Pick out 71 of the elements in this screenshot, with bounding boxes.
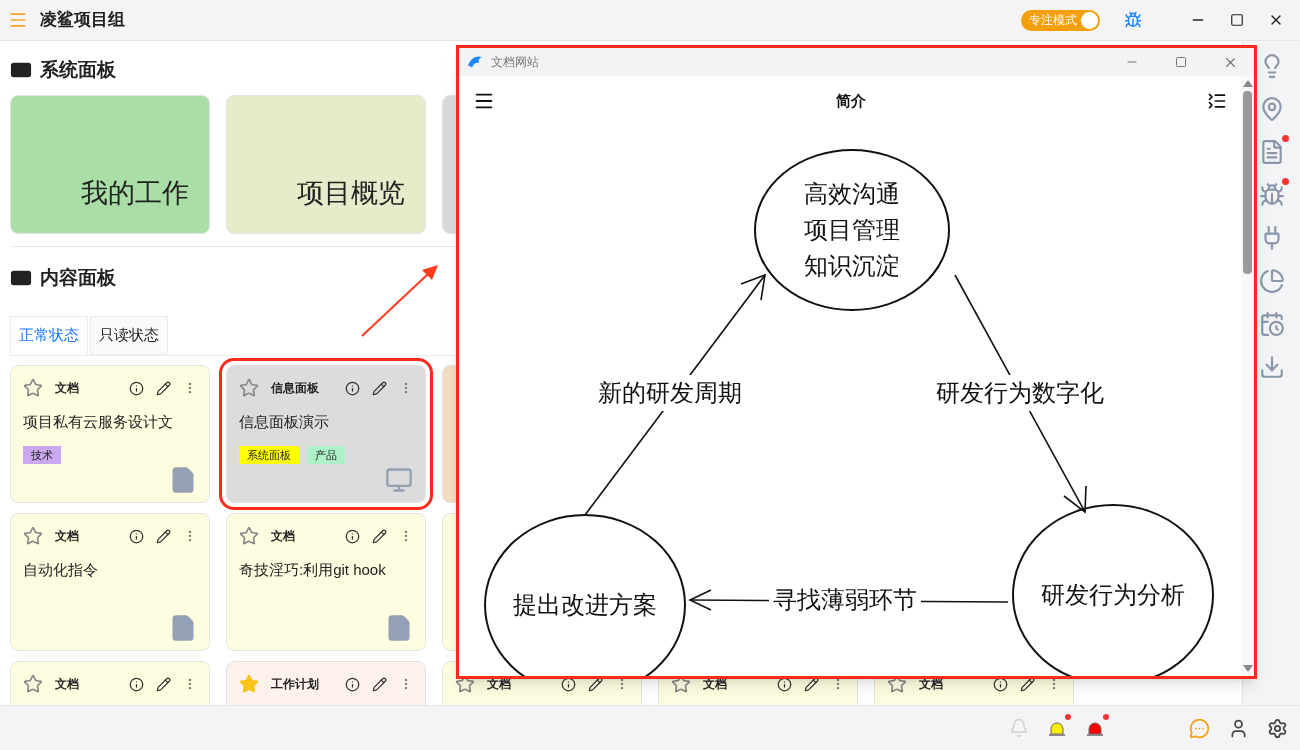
info-icon[interactable] xyxy=(993,676,1008,692)
star-icon[interactable] xyxy=(239,526,259,546)
star-icon[interactable] xyxy=(23,526,43,546)
card-category: 文档 xyxy=(271,528,296,545)
bug-icon[interactable] xyxy=(1258,182,1285,208)
card-category: 工作计划 xyxy=(271,676,320,693)
app-title: 凌鲨项目组 xyxy=(40,9,125,32)
star-icon[interactable] xyxy=(23,674,43,694)
content-card[interactable]: 文档 奇技淫巧:利用git hook xyxy=(226,513,426,651)
info-icon[interactable] xyxy=(129,676,144,692)
pie-chart-icon[interactable] xyxy=(1258,268,1285,294)
info-icon[interactable] xyxy=(129,380,144,396)
star-icon[interactable] xyxy=(239,674,259,694)
tag: 系统面板 xyxy=(239,445,299,464)
node-label: 提出改进方案 xyxy=(513,590,657,620)
edit-icon[interactable] xyxy=(156,528,171,544)
info-icon[interactable] xyxy=(561,676,576,692)
card-category: 文档 xyxy=(703,676,728,693)
card-category: 文档 xyxy=(919,676,944,693)
system-card[interactable]: 我的工作 xyxy=(10,95,210,234)
maximize-icon[interactable] xyxy=(1175,56,1187,68)
outline-icon[interactable] xyxy=(1207,91,1227,111)
card-category: 文档 xyxy=(55,676,80,693)
card-title: 信息面板演示 xyxy=(239,412,330,432)
monitor-icon xyxy=(385,466,413,494)
edit-icon[interactable] xyxy=(156,380,171,396)
content-card[interactable]: 文档 自动化指令 xyxy=(10,513,210,651)
tag: 产品 xyxy=(307,445,345,464)
card-title: 自动化指令 xyxy=(23,560,99,580)
edit-icon[interactable] xyxy=(588,676,603,692)
download-icon[interactable] xyxy=(1258,354,1285,380)
bug-icon[interactable] xyxy=(1124,11,1142,29)
window-title: 文档网站 xyxy=(491,54,539,71)
content-card[interactable]: 工作计划 xyxy=(226,661,426,705)
node-label: 高效沟通 项目管理 知识沉淀 xyxy=(804,179,900,281)
info-icon[interactable] xyxy=(345,528,360,544)
star-icon[interactable] xyxy=(239,378,259,398)
scrollbar[interactable] xyxy=(1241,76,1254,676)
system-card[interactable]: 项目概览 xyxy=(226,95,426,234)
calendar-clock-icon[interactable] xyxy=(1258,311,1285,337)
settings-icon[interactable] xyxy=(1267,717,1288,739)
edit-icon[interactable] xyxy=(804,676,819,692)
info-icon[interactable] xyxy=(777,676,792,692)
edit-icon[interactable] xyxy=(1020,676,1035,692)
node-label: 研发行为分析 xyxy=(1041,580,1185,610)
maximize-icon[interactable] xyxy=(1230,13,1244,27)
edit-icon[interactable] xyxy=(372,676,387,692)
edit-icon[interactable] xyxy=(372,528,387,544)
tag: 技术 xyxy=(23,445,61,464)
card-title: 奇技淫巧:利用git hook xyxy=(239,560,387,580)
system-card-title: 我的工作 xyxy=(81,176,189,210)
card-category: 文档 xyxy=(487,676,512,693)
card-category: 文档 xyxy=(55,528,80,545)
edit-icon[interactable] xyxy=(372,380,387,396)
content-card[interactable]: 文档 xyxy=(10,661,210,705)
section-heading: 内容面板 xyxy=(40,265,116,290)
info-icon[interactable] xyxy=(129,528,144,544)
card-title: 项目私有云服务设计文 xyxy=(23,412,174,432)
content-card[interactable]: 文档 项目私有云服务设计文 技术 xyxy=(10,365,210,503)
tab[interactable]: 正常状态 xyxy=(10,316,88,355)
tab[interactable]: 只读状态 xyxy=(90,316,168,355)
page-title: 简介 xyxy=(836,90,866,111)
system-card-title: 项目概览 xyxy=(297,176,405,210)
info-icon[interactable] xyxy=(345,380,360,396)
star-icon[interactable] xyxy=(23,378,43,398)
card-category: 文档 xyxy=(55,380,80,397)
info-icon[interactable] xyxy=(345,676,360,692)
card-category: 信息面板 xyxy=(271,380,320,397)
section-heading: 系统面板 xyxy=(40,57,116,82)
edit-icon[interactable] xyxy=(156,676,171,692)
shark-logo-icon xyxy=(467,54,483,70)
